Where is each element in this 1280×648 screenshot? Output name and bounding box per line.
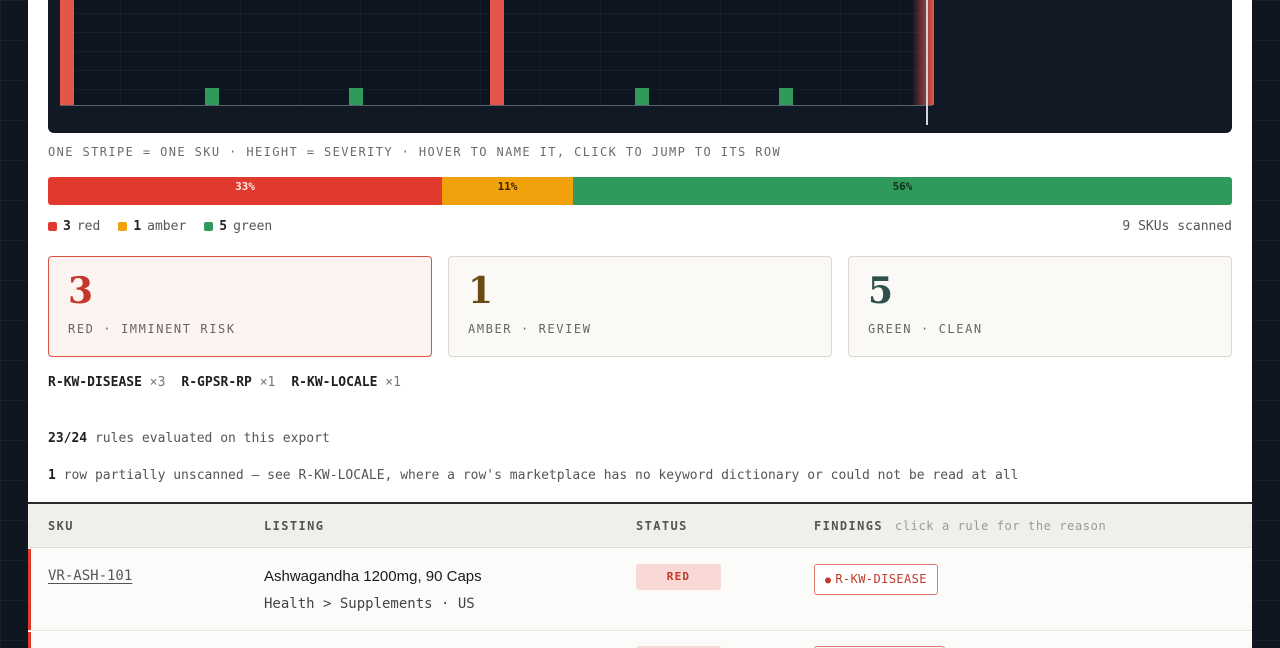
column-header-status: STATUS (636, 519, 688, 533)
rule-name: R-KW-LOCALE (291, 375, 378, 390)
table-row: VR-ASH-101 Ashwagandha 1200mg, 90 Caps H… (28, 549, 1252, 631)
rules-evaluated-note: 23/24 rules evaluated on this export (48, 431, 330, 446)
amber-summary-card[interactable]: 1 AMBER · REVIEW (448, 256, 832, 357)
column-header-sku: SKU (48, 519, 74, 533)
report-page: ONE STRIPE = ONE SKU · HEIGHT = SEVERITY… (28, 0, 1252, 648)
legend-green-label: green (233, 219, 273, 234)
stripe-plot-area (60, 0, 934, 106)
status-legend: 3 red 1 amber 5 green (48, 219, 272, 234)
rules-evaluated-text: rules evaluated on this export (94, 431, 330, 446)
sku-stripe-green[interactable] (349, 88, 363, 105)
sku-stripe-red[interactable] (912, 0, 934, 105)
severity-stripe-plot[interactable] (48, 0, 1232, 133)
rule-name: R-GPSR-RP (181, 375, 252, 390)
finding-rule-label: R-KW-DISEASE (835, 572, 927, 586)
partial-scan-note: 1 row partially unscanned — see R-KW-LOC… (48, 468, 1019, 483)
findings-header-label: FINDINGS (814, 519, 883, 533)
legend-green-count: 5 (219, 219, 228, 234)
findings-header-hint: click a rule for the reason (895, 519, 1107, 533)
red-card-count: 3 (68, 270, 94, 312)
distribution-green-segment: 56% (573, 177, 1232, 205)
legend-green: 5 green (204, 219, 272, 234)
rule-count-item[interactable]: R-GPSR-RP ×1 (181, 375, 275, 390)
column-header-listing: LISTING (264, 519, 325, 533)
legend-amber-label: amber (147, 219, 187, 234)
plot-caption: ONE STRIPE = ONE SKU · HEIGHT = SEVERITY… (48, 145, 782, 159)
red-summary-card[interactable]: 3 RED · IMMINENT RISK (48, 256, 432, 357)
rule-count-item[interactable]: R-KW-DISEASE ×3 (48, 375, 165, 390)
amber-swatch-icon (118, 222, 128, 231)
distribution-red-segment: 33% (48, 177, 442, 205)
stripe-baseline (60, 105, 932, 106)
status-distribution-bar: 33% 11% 56% (48, 177, 1232, 205)
sku-stripe-red[interactable] (490, 0, 504, 105)
rule-name: R-KW-DISEASE (48, 375, 142, 390)
green-card-label: GREEN · CLEAN (868, 322, 983, 336)
sku-stripe-green[interactable] (205, 88, 219, 105)
sku-stripe-green[interactable] (635, 88, 649, 105)
sku-link[interactable]: VR-ASH-101 (48, 568, 132, 584)
table-header: SKU LISTING STATUS FINDINGS click a rule … (28, 504, 1252, 548)
green-swatch-icon (204, 222, 214, 231)
skus-scanned-count: 9 SKUs scanned (1122, 219, 1232, 234)
row-severity-flag (28, 549, 31, 630)
rule-count: ×1 (259, 375, 276, 390)
rule-count: ×3 (149, 375, 166, 390)
green-card-count: 5 (868, 270, 894, 312)
amber-card-label: AMBER · REVIEW (468, 322, 592, 336)
legend-red-count: 3 (63, 219, 71, 234)
legend-red: 3 red (48, 219, 100, 234)
amber-card-count: 1 (468, 270, 494, 312)
legend-red-label: red (76, 219, 101, 234)
green-summary-card[interactable]: 5 GREEN · CLEAN (848, 256, 1232, 357)
rules-evaluated-count: 23/24 (48, 431, 88, 446)
sku-stripe-green[interactable] (779, 88, 793, 105)
finding-rule-chip[interactable]: ● R-KW-DISEASE (814, 564, 938, 595)
red-card-label: RED · IMMINENT RISK (68, 322, 236, 336)
listing-title: Ashwagandha 1200mg, 90 Caps (264, 568, 482, 585)
table-row (28, 632, 1252, 648)
legend-amber-count: 1 (133, 219, 142, 234)
legend-amber: 1 amber (118, 219, 186, 234)
row-severity-flag (28, 632, 31, 648)
rule-count: ×1 (385, 375, 401, 390)
column-header-findings: FINDINGS click a rule for the reason (814, 519, 1106, 533)
rule-count-item[interactable]: R-KW-LOCALE ×1 (291, 375, 401, 390)
partial-scan-text: row partially unscanned — see R-KW-LOCAL… (63, 468, 1019, 483)
status-badge: RED (636, 564, 721, 590)
partial-scan-count: 1 (48, 468, 56, 483)
sku-stripe-red[interactable] (60, 0, 74, 105)
red-swatch-icon (48, 222, 57, 231)
listing-category: Health > Supplements · US (264, 596, 475, 612)
hover-cursor-line (926, 0, 928, 125)
distribution-amber-segment: 11% (442, 177, 573, 205)
rule-hit-counts: R-KW-DISEASE ×3 R-GPSR-RP ×1 R-KW-LOCALE… (48, 375, 401, 390)
bullet-icon: ● (825, 575, 832, 586)
